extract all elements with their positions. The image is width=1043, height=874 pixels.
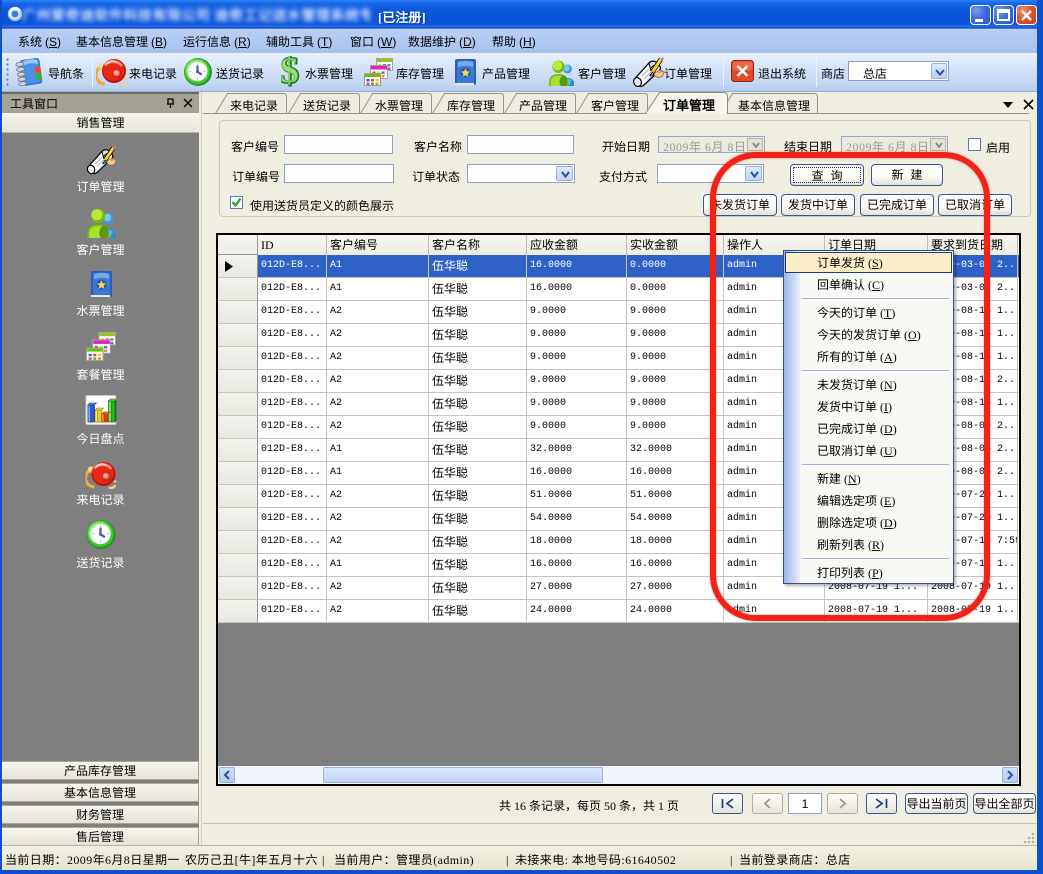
svg-text:$: $: [280, 56, 298, 88]
